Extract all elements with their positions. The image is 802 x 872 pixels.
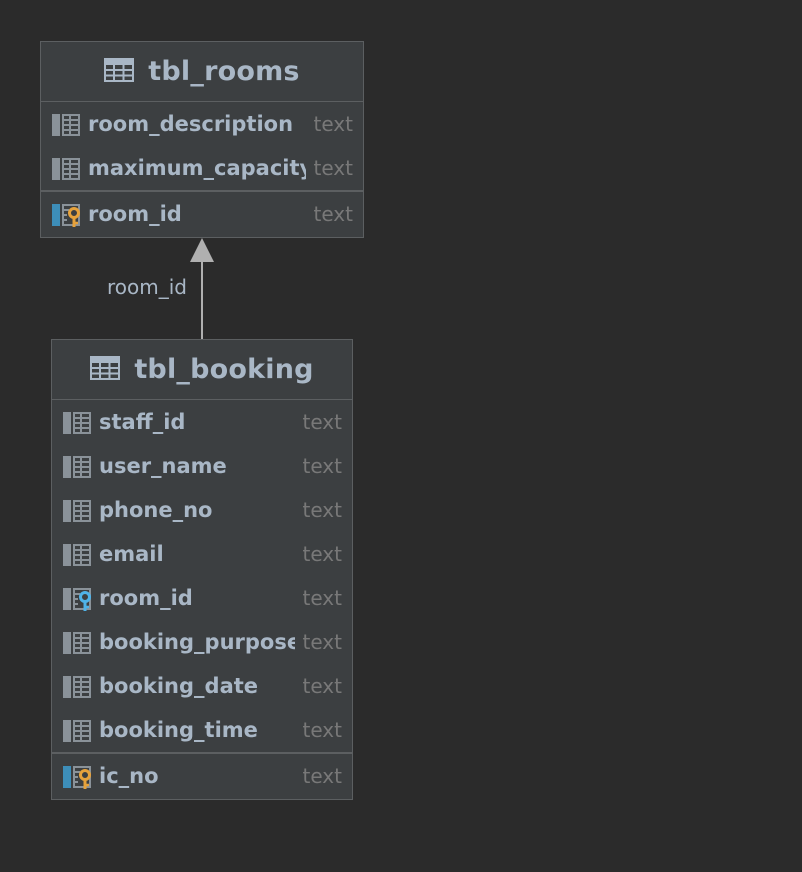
relation-arrowhead bbox=[190, 238, 214, 262]
table-icon bbox=[104, 57, 135, 86]
column-row[interactable]: user_name text bbox=[52, 444, 352, 488]
column-row[interactable]: room_id text bbox=[52, 576, 352, 620]
column-icon bbox=[62, 674, 92, 700]
primary-key-row[interactable]: ic_no text bbox=[52, 754, 352, 799]
primary-key-list: ic_no text bbox=[52, 754, 352, 799]
column-row[interactable]: phone_no text bbox=[52, 488, 352, 532]
foreign-key-icon bbox=[62, 586, 92, 612]
entity-tbl-booking[interactable]: tbl_booking staff_id text user_name text pho… bbox=[51, 339, 353, 800]
column-type: text bbox=[300, 488, 342, 532]
column-icon bbox=[62, 542, 92, 568]
column-name: user_name bbox=[99, 454, 227, 478]
column-name: maximum_capacity bbox=[88, 156, 306, 180]
column-name: phone_no bbox=[99, 498, 213, 522]
column-name: room_id bbox=[88, 202, 182, 226]
column-icon bbox=[62, 410, 92, 436]
relation-label: room_id bbox=[107, 275, 187, 299]
column-row[interactable]: maximum_capacity text bbox=[41, 146, 363, 190]
column-row[interactable]: booking_time text bbox=[52, 708, 352, 752]
column-type: text bbox=[300, 400, 342, 444]
column-icon bbox=[51, 112, 81, 138]
primary-key-icon bbox=[62, 764, 92, 790]
column-row[interactable]: booking_purpose text bbox=[52, 620, 352, 664]
table-icon bbox=[90, 355, 121, 384]
column-row[interactable]: staff_id text bbox=[52, 400, 352, 444]
column-name: booking_time bbox=[99, 718, 258, 742]
column-type: text bbox=[300, 754, 342, 799]
column-row[interactable]: room_description text bbox=[41, 102, 363, 146]
column-type: text bbox=[311, 102, 353, 146]
column-icon bbox=[62, 454, 92, 480]
entity-tbl-rooms[interactable]: tbl_rooms room_description text maximum_ca… bbox=[40, 41, 364, 238]
column-type: text bbox=[300, 708, 342, 752]
column-name: email bbox=[99, 542, 164, 566]
entity-title: tbl_rooms bbox=[148, 56, 300, 87]
primary-key-list: room_id text bbox=[41, 192, 363, 237]
column-name: ic_no bbox=[99, 764, 159, 788]
column-name: booking_purpose bbox=[99, 630, 295, 654]
column-name: booking_date bbox=[99, 674, 259, 698]
column-type: text bbox=[300, 664, 342, 708]
primary-key-row[interactable]: room_id text bbox=[41, 192, 363, 237]
column-type: text bbox=[311, 192, 353, 237]
column-icon bbox=[62, 630, 92, 656]
column-type: text bbox=[300, 444, 342, 488]
column-name: room_description bbox=[88, 112, 294, 136]
column-list: room_description text maximum_capacity text bbox=[41, 102, 363, 190]
column-icon bbox=[62, 498, 92, 524]
primary-key-icon bbox=[51, 202, 81, 228]
column-icon bbox=[51, 156, 81, 182]
entity-header[interactable]: tbl_rooms bbox=[41, 42, 363, 102]
entity-header[interactable]: tbl_booking bbox=[52, 340, 352, 400]
column-row[interactable]: booking_date text bbox=[52, 664, 352, 708]
column-name: staff_id bbox=[99, 410, 186, 434]
entity-title: tbl_booking bbox=[134, 354, 314, 385]
column-icon bbox=[62, 718, 92, 744]
column-row[interactable]: email text bbox=[52, 532, 352, 576]
column-type: text bbox=[300, 576, 342, 620]
column-name: room_id bbox=[99, 586, 193, 610]
column-type: text bbox=[300, 532, 342, 576]
column-type: text bbox=[311, 146, 353, 190]
column-list: staff_id text user_name text phone_no text ema… bbox=[52, 400, 352, 752]
column-type: text bbox=[300, 620, 342, 664]
